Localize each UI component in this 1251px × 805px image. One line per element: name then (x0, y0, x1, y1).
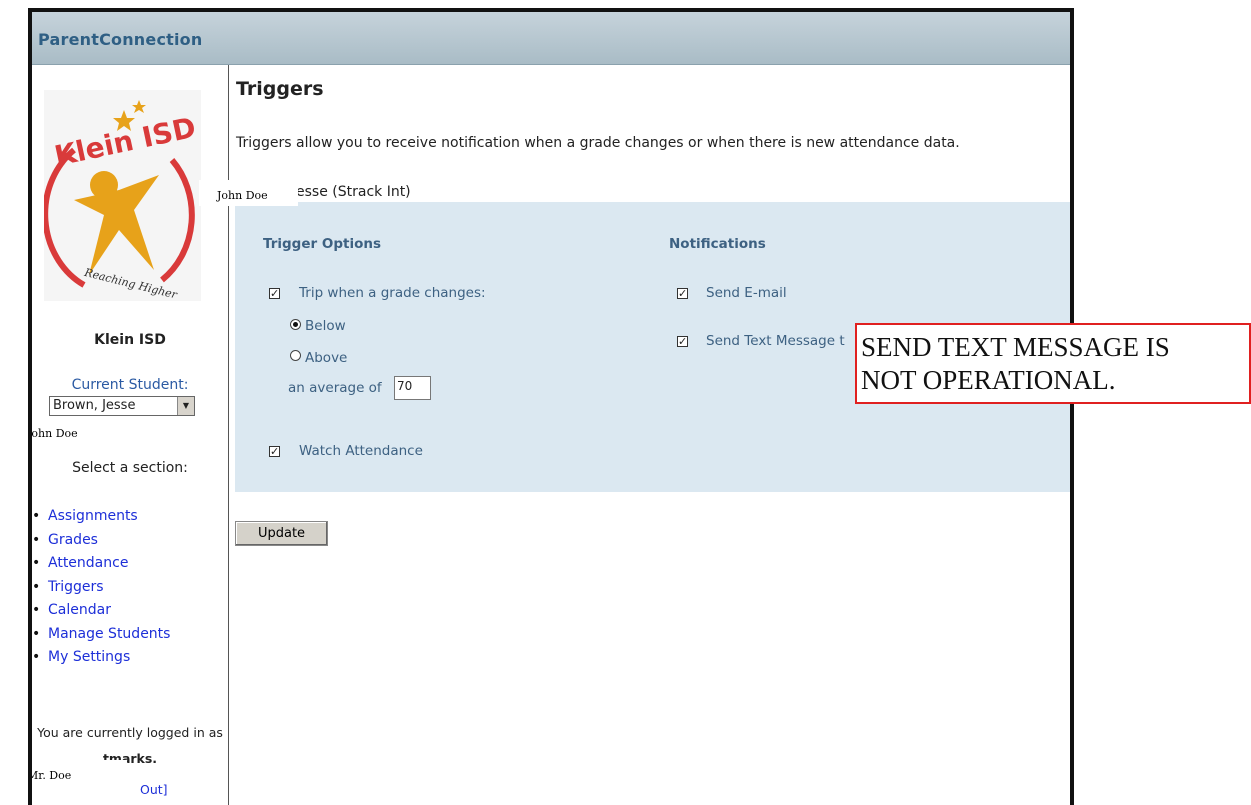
redaction-label-mid: John Doe (32, 420, 123, 444)
watch-attendance-label: Watch Attendance (299, 443, 423, 459)
trip-grade-label: Trip when a grade changes: (299, 285, 486, 301)
text-message-warning-note: SEND TEXT MESSAGE IS NOT OPERATIONAL. (855, 323, 1251, 404)
nav-item-grades[interactable]: Grades (32, 529, 170, 553)
current-student-label: Current Student: (71, 377, 189, 393)
app-title: ParentConnection (38, 30, 203, 49)
trigger-options-heading: Trigger Options (263, 236, 381, 252)
update-button[interactable]: Update (235, 521, 328, 546)
nav-item-manage-students[interactable]: Manage Students (32, 623, 170, 647)
trip-grade-checkbox[interactable]: ✓ (269, 288, 280, 299)
watch-attendance-checkbox[interactable]: ✓ (269, 446, 280, 457)
average-label: an average of (288, 380, 382, 396)
notifications-heading: Notifications (669, 236, 766, 252)
send-text-checkbox[interactable]: ✓ (677, 336, 688, 347)
note-line-2: NOT OPERATIONAL. (861, 365, 1116, 395)
below-label: Below (305, 318, 346, 334)
district-logo: Klein ISD Reaching Higher (44, 90, 201, 301)
intro-text: Triggers allow you to receive notificati… (236, 135, 960, 151)
svg-text:Reaching Higher: Reaching Higher (82, 266, 179, 301)
above-label: Above (305, 350, 348, 366)
page-title: Triggers (236, 78, 324, 100)
nav-item-assignments[interactable]: Assignments (32, 505, 170, 529)
student-name-line: esse (Strack Int) (296, 184, 411, 200)
send-email-checkbox[interactable]: ✓ (677, 288, 688, 299)
logout-link[interactable]: Out] (140, 782, 168, 797)
sidebar: Klein ISD Reaching Higher Klein ISD Curr… (32, 65, 229, 805)
title-bar: ParentConnection (32, 12, 1070, 65)
redaction-label-bottom: Mr. Doe (32, 760, 127, 800)
login-status-text: You are currently logged in as (37, 725, 223, 740)
below-radio[interactable] (290, 319, 301, 330)
nav-item-attendance[interactable]: Attendance (32, 552, 170, 576)
send-email-label: Send E-mail (706, 285, 787, 301)
main-content: Triggers Triggers allow you to receive n… (229, 65, 1070, 805)
klein-isd-logo-icon: Klein ISD Reaching Higher (44, 100, 199, 301)
student-select[interactable]: Brown, Jesse ▼ (49, 396, 195, 416)
note-line-1: SEND TEXT MESSAGE IS (861, 332, 1170, 362)
nav-item-my-settings[interactable]: My Settings (32, 646, 170, 670)
send-text-label: Send Text Message t (706, 333, 845, 349)
nav-item-calendar[interactable]: Calendar (32, 599, 170, 623)
app-window: ParentConnection Klein ISD Reaching High… (28, 8, 1074, 805)
district-name: Klein ISD (94, 332, 166, 348)
select-section-label: Select a section: (72, 460, 188, 476)
average-input[interactable]: 70 (394, 376, 431, 400)
student-select-value: Brown, Jesse (53, 398, 136, 413)
nav-item-triggers[interactable]: Triggers (32, 576, 170, 600)
redaction-label-top: John Doe (199, 180, 298, 206)
chevron-down-icon[interactable]: ▼ (177, 397, 194, 415)
section-nav: Assignments Grades Attendance Triggers C… (32, 505, 170, 670)
above-radio[interactable] (290, 350, 301, 361)
